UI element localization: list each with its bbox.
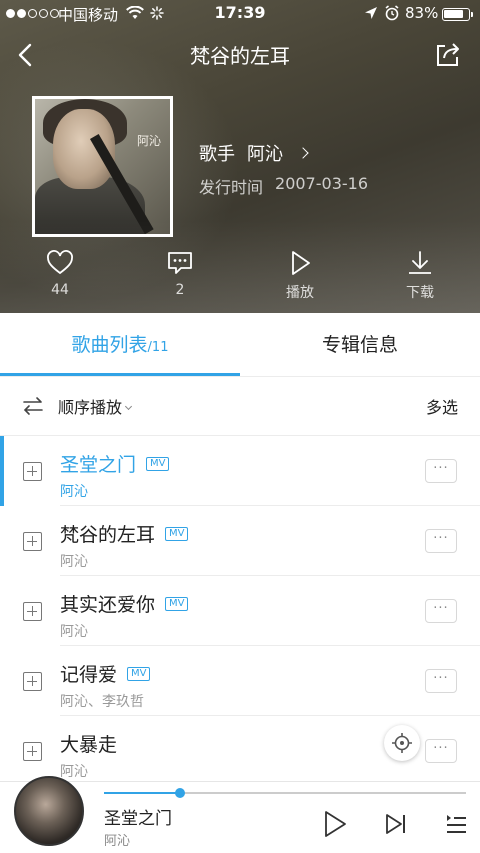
song-title: 梵谷的左耳 [60, 524, 156, 546]
play-all-button[interactable]: 播放 [270, 250, 330, 302]
release-label: 发行时间 [199, 178, 264, 197]
share-button[interactable] [432, 38, 464, 70]
more-options-button[interactable]: ··· [425, 669, 457, 693]
song-title: 记得爱 [60, 664, 118, 686]
song-title: 圣堂之门 [60, 454, 137, 476]
download-icon [409, 251, 431, 274]
mv-badge[interactable]: MV [165, 596, 189, 611]
release-info: 发行时间 2007-03-16 [199, 174, 368, 198]
cover-artist-text: 阿沁 [136, 134, 161, 148]
song-artist: 阿沁 [60, 484, 88, 500]
comment-button[interactable]: 2 [150, 250, 210, 298]
player-song-title: 圣堂之门 [104, 809, 172, 829]
play-order-button[interactable]: 顺序播放 [22, 394, 133, 418]
more-options-button[interactable]: ··· [425, 739, 457, 763]
battery-percentage: 83% [405, 4, 439, 22]
sequence-icon [23, 397, 43, 415]
next-icon [386, 814, 405, 834]
release-date: 2007-03-16 [275, 174, 368, 193]
song-artist: 阿沁、李玖哲 [60, 694, 144, 710]
song-count: /11 [147, 340, 169, 355]
song-title-row[interactable]: 圣堂之门 MV [60, 450, 170, 477]
caret-down-icon [124, 402, 133, 411]
song-row[interactable]: 其实还爱你 MV 阿沁 ··· [0, 576, 480, 646]
mv-badge[interactable]: MV [146, 456, 170, 471]
playlist-icon [447, 815, 466, 833]
play-label: 播放 [286, 285, 314, 301]
album-cover[interactable]: 阿沁 [32, 96, 173, 237]
player-artist: 阿沁 [104, 834, 131, 849]
tab-song-list-label: 歌曲列表 [71, 334, 148, 356]
play-icon [292, 251, 310, 275]
mv-badge[interactable]: MV [165, 526, 189, 541]
multi-select-button[interactable]: 多选 [426, 394, 458, 418]
progress-knob[interactable] [175, 788, 186, 798]
song-artist: 阿沁 [60, 764, 88, 780]
mv-badge[interactable]: MV [127, 666, 151, 681]
comment-count: 2 [175, 282, 185, 298]
song-row[interactable]: 梵谷的左耳 MV 阿沁 ··· [0, 506, 480, 576]
song-title: 其实还爱你 [60, 594, 156, 616]
status-bar: 中国移动 17:39 83% [0, 0, 480, 28]
player-next-button[interactable] [384, 812, 408, 840]
add-icon[interactable] [23, 672, 42, 691]
add-icon[interactable] [23, 602, 42, 621]
song-title-row[interactable]: 梵谷的左耳 MV [60, 520, 189, 547]
heart-icon [47, 250, 73, 275]
progress-bar[interactable] [104, 788, 466, 798]
song-title-row[interactable]: 大暴走 [60, 730, 117, 757]
song-title-row[interactable]: 记得爱 MV [60, 660, 151, 687]
artist-name: 阿沁 [247, 144, 283, 165]
player-album-art[interactable] [14, 776, 84, 846]
add-icon[interactable] [23, 742, 42, 761]
comment-icon [168, 252, 192, 274]
artist-link[interactable]: 歌手 阿沁 [199, 140, 309, 166]
artist-label: 歌手 [199, 144, 235, 165]
song-row[interactable]: 记得爱 MV 阿沁、李玖哲 ··· [0, 646, 480, 716]
more-options-button[interactable]: ··· [425, 599, 457, 623]
share-icon [437, 43, 459, 66]
add-icon[interactable] [23, 532, 42, 551]
play-order-label: 顺序播放 [58, 398, 123, 417]
locate-current-song-button[interactable] [384, 725, 420, 761]
more-options-button[interactable]: ··· [425, 459, 457, 483]
song-title-row[interactable]: 其实还爱你 MV [60, 590, 189, 617]
download-label: 下载 [406, 285, 434, 301]
page-title: 梵谷的左耳 [190, 44, 290, 68]
tab-song-list[interactable]: 歌曲列表/11 [0, 313, 240, 377]
tab-bar: 歌曲列表/11 专辑信息 [0, 313, 480, 377]
download-button[interactable]: 下载 [390, 250, 450, 302]
location-icon [364, 6, 378, 24]
mini-player: 圣堂之门 阿沁 [0, 776, 480, 853]
locate-icon [392, 733, 412, 753]
battery-icon [442, 8, 473, 21]
album-actions: 44 2 播放 下载 [0, 250, 480, 306]
play-icon [325, 811, 346, 837]
like-count: 44 [51, 282, 69, 298]
add-icon[interactable] [23, 462, 42, 481]
chevron-right-icon [297, 147, 309, 159]
like-button[interactable]: 44 [30, 250, 90, 298]
album-header: 中国移动 17:39 83% 梵谷的左耳 阿沁 歌手 阿沁 发行时间 2007-… [0, 0, 480, 313]
tab-album-info[interactable]: 专辑信息 [240, 313, 480, 377]
song-row[interactable]: 圣堂之门 MV 阿沁 ··· [0, 436, 480, 506]
song-title: 大暴走 [60, 734, 118, 756]
player-play-button[interactable] [322, 810, 348, 842]
song-artist: 阿沁 [60, 554, 88, 570]
more-options-button[interactable]: ··· [425, 529, 457, 553]
tab-indicator [0, 373, 240, 376]
progress-fill [104, 792, 181, 794]
alarm-icon [384, 5, 400, 25]
player-playlist-button[interactable] [444, 812, 468, 840]
song-artist: 阿沁 [60, 624, 88, 640]
list-toolbar: 顺序播放 多选 [0, 378, 480, 436]
